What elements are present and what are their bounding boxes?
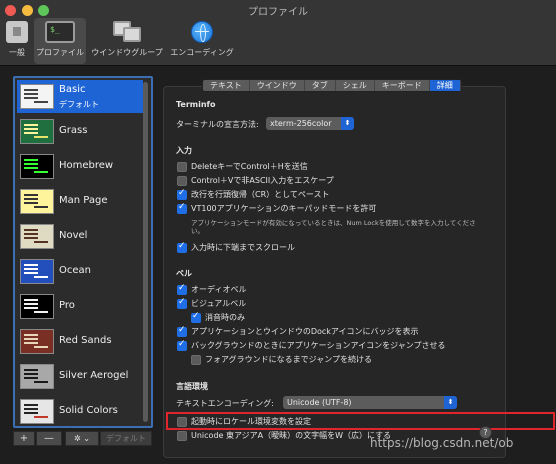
- profile-name: Silver Aerogel: [59, 370, 129, 381]
- set-default-button: デフォルト: [100, 431, 152, 446]
- toolbar-window-groups-label: ウインドウグループ: [91, 48, 163, 57]
- dock-badge-label: アプリケーションとウインドウのDockアイコンにバッジを表示: [191, 327, 419, 336]
- chevron-updown-icon: ⬍: [341, 117, 354, 130]
- profile-thumbnail: [20, 259, 54, 284]
- profile-item-solid-colors[interactable]: Solid Colors: [17, 395, 143, 426]
- toolbar-profiles[interactable]: プロファイル: [34, 18, 86, 64]
- chevron-updown-icon: ⬍: [444, 396, 457, 409]
- watermark: https://blog.csdn.net/ob: [370, 436, 514, 450]
- text-encoding-label: テキストエンコーディング:: [176, 399, 274, 408]
- tab-keyboard[interactable]: キーボード: [374, 80, 430, 91]
- paste-newlines-cr-checkbox[interactable]: [177, 188, 187, 200]
- delete-sends-ctrl-h-label: DeleteキーでControl＋Hを送信: [191, 162, 308, 171]
- delete-sends-ctrl-h-checkbox[interactable]: [177, 162, 187, 172]
- profile-item-man-page[interactable]: Man Page: [17, 185, 143, 218]
- escape-non-ascii-checkbox[interactable]: [177, 176, 187, 186]
- window-title: プロファイル: [248, 7, 308, 18]
- declare-terminal-label: ターミナルの宣言方法:: [176, 120, 259, 129]
- tab-text[interactable]: テキスト: [203, 80, 250, 91]
- profile-thumbnail: [20, 329, 54, 354]
- bounce-icon-checkbox[interactable]: [177, 339, 187, 351]
- bounce-icon-label: バックグラウンドのときにアプリケーションアイコンをジャンプさせる: [191, 341, 446, 350]
- scroll-thumb[interactable]: [143, 82, 148, 422]
- toolbar-general[interactable]: 一般: [4, 18, 30, 64]
- visual-bell-checkbox[interactable]: [177, 297, 187, 309]
- audible-bell-label: オーディオベル: [191, 285, 247, 294]
- profile-icon: [45, 21, 75, 43]
- profile-name: Novel: [59, 230, 88, 241]
- profile-thumbnail: [20, 399, 54, 424]
- profile-item-novel[interactable]: Novel: [17, 220, 143, 253]
- bounce-until-foreground-checkbox[interactable]: [191, 355, 201, 365]
- profile-item-ocean[interactable]: Ocean: [17, 255, 143, 288]
- profile-name: Basic: [59, 84, 86, 95]
- profile-list-scrollbar[interactable]: [142, 78, 149, 426]
- profile-actions-menu-button[interactable]: ✲ ⌄: [65, 431, 99, 446]
- profile-thumbnail: [20, 294, 54, 319]
- profile-name: Grass: [59, 125, 88, 136]
- east-asian-wide-checkbox[interactable]: [177, 431, 187, 441]
- tab-shell[interactable]: シェル: [335, 80, 375, 91]
- remove-profile-button[interactable]: —: [36, 431, 62, 446]
- profile-name: Red Sands: [59, 335, 112, 346]
- escape-non-ascii-label: Control＋Vで非ASCII入力をエスケープ: [191, 176, 334, 185]
- profile-item-homebrew[interactable]: Homebrew: [17, 150, 143, 183]
- vt100-keypad-label: VT100アプリケーションのキーパッドモードを許可: [191, 204, 377, 213]
- annotation-highlight-box: [166, 412, 555, 430]
- profile-thumbnail: [20, 154, 54, 179]
- international-heading: 言語環境: [176, 382, 208, 391]
- terminfo-heading: Terminfo: [176, 100, 216, 109]
- bounce-until-foreground-label: フォアグラウンドになるまでジャンプを続ける: [205, 355, 372, 364]
- only-when-muted-label: 消音時のみ: [205, 313, 245, 322]
- terminal-type-value: xterm-256color: [270, 119, 332, 128]
- general-icon: [6, 21, 28, 43]
- scroll-to-bottom-label: 入力時に下端までスクロール: [191, 243, 295, 252]
- audible-bell-checkbox[interactable]: [177, 283, 187, 295]
- keypad-note: アプリケーションモードが有効になっているときは、Num Lockを使用して数字を…: [191, 219, 476, 235]
- toolbar-encodings-label: エンコーディング: [170, 48, 234, 57]
- toolbar-encodings[interactable]: エンコーディング: [168, 18, 236, 64]
- encoding-globe-icon: [191, 21, 213, 43]
- vt100-keypad-checkbox[interactable]: [177, 202, 187, 214]
- east-asian-wide-label: Unicode 東アジアA（曖昧）の文字幅をW（広）にする: [191, 431, 392, 440]
- profile-item-grass[interactable]: Grass: [17, 115, 143, 148]
- profile-thumbnail: [20, 224, 54, 249]
- tab-window[interactable]: ウインドウ: [249, 80, 305, 91]
- paste-newlines-cr-label: 改行を行頭復帰（CR）としてペースト: [191, 190, 330, 199]
- dock-badge-checkbox[interactable]: [177, 325, 187, 337]
- only-when-muted-checkbox[interactable]: [191, 311, 201, 323]
- profile-thumbnail: [20, 364, 54, 389]
- profile-item-silver-aerogel[interactable]: Silver Aerogel: [17, 360, 143, 393]
- add-profile-button[interactable]: +: [13, 431, 35, 446]
- profile-name: Solid Colors: [59, 405, 118, 416]
- profile-thumbnail: [20, 84, 54, 109]
- input-heading: 入力: [176, 146, 192, 155]
- profile-default-label: デフォルト: [59, 100, 99, 109]
- profile-item-red-sands[interactable]: Red Sands: [17, 325, 143, 358]
- profile-item-basic[interactable]: Basic デフォルト: [17, 80, 143, 113]
- settings-tabs: テキスト ウインドウ タブ シェル キーボード 詳細: [202, 79, 462, 92]
- text-encoding-value: Unicode (UTF-8): [287, 398, 352, 407]
- bell-heading: ベル: [176, 269, 192, 278]
- text-encoding-select[interactable]: Unicode (UTF-8) ⬍: [283, 396, 457, 409]
- window-group-icon: [113, 21, 141, 43]
- tab-advanced[interactable]: 詳細: [429, 80, 461, 91]
- profile-name: Pro: [59, 300, 75, 311]
- window-titlebar: プロファイル 一般 プロファイル ウインドウグループ エンコーディング: [0, 0, 556, 66]
- profile-thumbnail: [20, 189, 54, 214]
- profile-item-pro[interactable]: Pro: [17, 290, 143, 323]
- toolbar-window-groups[interactable]: ウインドウグループ: [90, 18, 164, 64]
- terminal-type-select[interactable]: xterm-256color ⬍: [266, 117, 354, 130]
- tab-tab[interactable]: タブ: [304, 80, 336, 91]
- scroll-to-bottom-checkbox[interactable]: [177, 241, 187, 253]
- toolbar-profiles-label: プロファイル: [36, 48, 84, 57]
- profile-name: Homebrew: [59, 160, 114, 171]
- profile-thumbnail: [20, 119, 54, 144]
- visual-bell-label: ビジュアルベル: [191, 299, 247, 308]
- profile-name: Ocean: [59, 265, 91, 276]
- toolbar-general-label: 一般: [9, 48, 25, 57]
- profile-list[interactable]: Basic デフォルト Grass Homebrew Man Page Nove…: [13, 76, 153, 428]
- profile-name: Man Page: [59, 195, 108, 206]
